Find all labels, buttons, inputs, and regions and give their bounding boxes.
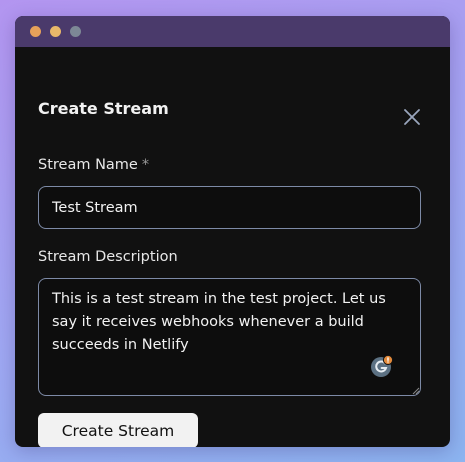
close-icon	[404, 109, 420, 125]
app-window: Create Stream Stream Name* Stream Descri…	[15, 16, 450, 447]
dialog-title: Create Stream	[38, 99, 169, 118]
window-close-dot[interactable]	[30, 26, 41, 37]
close-button[interactable]	[402, 107, 422, 127]
stream-description-textarea[interactable]: This is a test stream in the test projec…	[38, 278, 421, 396]
create-stream-button[interactable]: Create Stream	[38, 413, 198, 447]
grammarly-icon	[371, 354, 394, 377]
stream-name-label: Stream Name *	[38, 157, 149, 173]
required-marker: *	[141, 157, 150, 173]
window-titlebar	[15, 16, 450, 47]
textarea-resize-handle[interactable]	[412, 387, 420, 395]
stream-name-label-text: Stream Name	[38, 157, 138, 173]
create-stream-dialog: Create Stream Stream Name* Stream Descri…	[15, 47, 450, 447]
stream-description-label: Stream Description	[38, 249, 178, 265]
grammarly-button[interactable]	[371, 354, 395, 379]
stream-name-input[interactable]	[38, 186, 421, 229]
window-maximize-dot[interactable]	[70, 26, 81, 37]
window-minimize-dot[interactable]	[50, 26, 61, 37]
